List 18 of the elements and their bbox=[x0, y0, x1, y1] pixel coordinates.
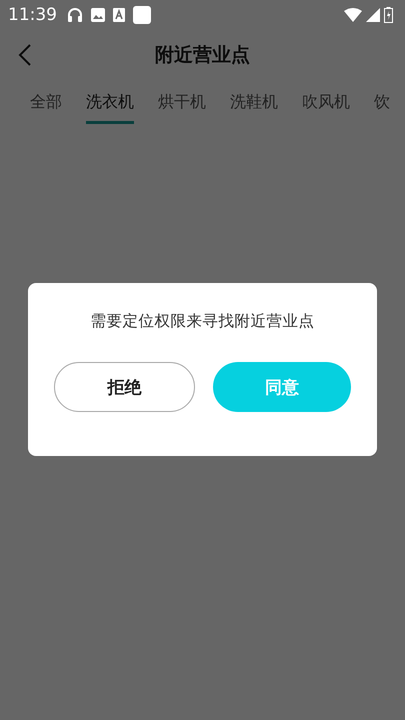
page-title: 附近营业点 bbox=[155, 43, 250, 68]
category-tab[interactable]: 洗衣机 bbox=[86, 92, 134, 124]
square-icon bbox=[133, 6, 151, 24]
battery-icon bbox=[384, 7, 393, 23]
agree-button[interactable]: 同意 bbox=[212, 362, 351, 412]
dialog-message: 需要定位权限来寻找附近营业点 bbox=[90, 311, 314, 332]
category-tab[interactable]: 吹风机 bbox=[302, 92, 350, 124]
headphones-icon bbox=[67, 7, 83, 23]
image-icon bbox=[91, 8, 105, 22]
category-tab[interactable]: 烘干机 bbox=[158, 92, 206, 124]
decline-button[interactable]: 拒绝 bbox=[54, 362, 194, 412]
status-time: 11:39 bbox=[8, 5, 57, 25]
signal-icon bbox=[366, 8, 380, 22]
category-tab[interactable]: 饮 bbox=[374, 92, 390, 124]
category-tab[interactable]: 洗鞋机 bbox=[230, 92, 278, 124]
font-icon bbox=[113, 8, 125, 22]
category-tab[interactable]: 全部 bbox=[30, 92, 62, 124]
wifi-icon bbox=[344, 8, 362, 22]
